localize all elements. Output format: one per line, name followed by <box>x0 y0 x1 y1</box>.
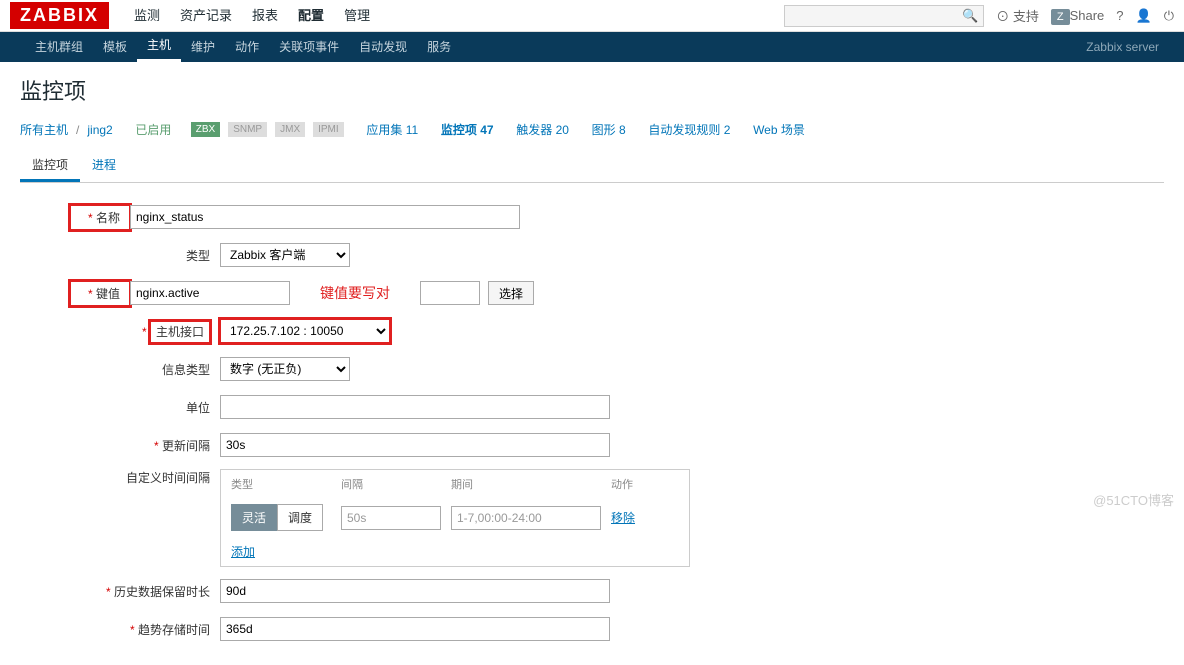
link-apps[interactable]: 应用集 11 <box>366 121 418 138</box>
search-icon: 🔍 <box>962 8 978 24</box>
link-graphs[interactable]: 图形 8 <box>592 121 626 138</box>
label-trend: 趋势存储时间 <box>70 621 220 638</box>
input-trend[interactable] <box>220 617 610 641</box>
label-custom-interval: 自定义时间间隔 <box>70 469 220 486</box>
share-button[interactable]: ZShare <box>1051 8 1104 23</box>
breadcrumb-host[interactable]: jing2 <box>87 123 112 137</box>
remove-interval-link[interactable]: 移除 <box>611 509 635 526</box>
input-history[interactable] <box>220 579 610 603</box>
input-update-interval[interactable] <box>220 433 610 457</box>
subnav-hosts[interactable]: 主机 <box>137 32 181 62</box>
tab-process[interactable]: 进程 <box>80 150 128 182</box>
logo: ZABBIX <box>10 2 109 29</box>
add-interval-link[interactable]: 添加 <box>231 545 255 559</box>
status-enabled: 已启用 <box>135 121 171 138</box>
label-type: 类型 <box>70 247 220 264</box>
select-infotype[interactable]: 数字 (无正负) <box>220 357 350 381</box>
subnav-templates[interactable]: 模板 <box>93 32 137 62</box>
subnav-hostgroups[interactable]: 主机群组 <box>25 32 93 62</box>
link-items[interactable]: 监控项 47 <box>441 121 494 138</box>
select-interface[interactable]: 172.25.7.102 : 10050 <box>220 319 390 343</box>
link-triggers[interactable]: 触发器 20 <box>516 121 569 138</box>
subnav-discovery[interactable]: 自动发现 <box>349 32 417 62</box>
label-units: 单位 <box>70 399 220 416</box>
toggle-scheduling[interactable]: 调度 <box>277 504 323 531</box>
link-web[interactable]: Web 场景 <box>753 121 805 138</box>
nav-admin[interactable]: 管理 <box>334 0 380 32</box>
col-period: 期间 <box>451 476 611 492</box>
input-name[interactable] <box>130 205 520 229</box>
support-link[interactable]: ⊙ 支持 <box>996 6 1039 25</box>
label-interface: 主机接口 <box>70 323 220 340</box>
search-input[interactable]: 🔍 <box>784 5 984 27</box>
breadcrumb: 所有主机 / jing2 已启用 ZBXSNMPJMXIPMI 应用集 11 监… <box>20 121 1164 138</box>
badge-jmx: JMX <box>275 122 305 137</box>
note-key: 键值要写对 <box>320 283 390 303</box>
badge-ipmi: IPMI <box>313 122 344 137</box>
tab-item[interactable]: 监控项 <box>20 150 80 182</box>
power-icon[interactable]: ⏻ <box>1164 8 1174 24</box>
subnav-correlation[interactable]: 关联项事件 <box>269 32 349 62</box>
breadcrumb-allhosts[interactable]: 所有主机 <box>20 121 68 138</box>
input-key[interactable] <box>130 281 290 305</box>
col-interval: 间隔 <box>341 476 451 492</box>
label-infotype: 信息类型 <box>70 361 220 378</box>
subnav-services[interactable]: 服务 <box>417 32 461 62</box>
tabs: 监控项 进程 <box>20 150 1164 183</box>
subnav-maintenance[interactable]: 维护 <box>181 32 225 62</box>
col-type: 类型 <box>231 476 341 492</box>
custom-interval-box: 类型 间隔 期间 动作 灵活 调度 移除 添加 <box>220 469 690 567</box>
col-action: 动作 <box>611 476 671 492</box>
nav-monitor[interactable]: 监测 <box>124 0 170 32</box>
link-discovery[interactable]: 自动发现规则 2 <box>648 121 730 138</box>
badge-zbx: ZBX <box>191 122 220 137</box>
badge-snmp: SNMP <box>228 122 267 137</box>
user-icon[interactable]: 👤 <box>1136 8 1152 24</box>
nav-inventory[interactable]: 资产记录 <box>170 0 242 32</box>
select-type[interactable]: Zabbix 客户端 <box>220 243 350 267</box>
label-name: 名称 <box>70 205 130 230</box>
help-icon[interactable]: ? <box>1116 8 1123 23</box>
label-history: 历史数据保留时长 <box>70 583 220 600</box>
input-key-extra[interactable] <box>420 281 480 305</box>
server-label: Zabbix server <box>1086 40 1159 54</box>
nav-config[interactable]: 配置 <box>288 0 334 32</box>
page-title: 监控项 <box>20 74 1164 106</box>
nav-reports[interactable]: 报表 <box>242 0 288 32</box>
input-units[interactable] <box>220 395 610 419</box>
label-key: 键值 <box>70 281 130 306</box>
top-nav: 监测 资产记录 报表 配置 管理 <box>124 0 380 32</box>
watermark: @51CTO博客 <box>1093 490 1174 509</box>
subnav-actions[interactable]: 动作 <box>225 32 269 62</box>
input-interval-delay[interactable] <box>341 506 441 530</box>
input-interval-period[interactable] <box>451 506 601 530</box>
select-key-button[interactable]: 选择 <box>488 281 534 305</box>
toggle-flexible[interactable]: 灵活 <box>231 504 277 531</box>
label-update-interval: 更新间隔 <box>70 437 220 454</box>
